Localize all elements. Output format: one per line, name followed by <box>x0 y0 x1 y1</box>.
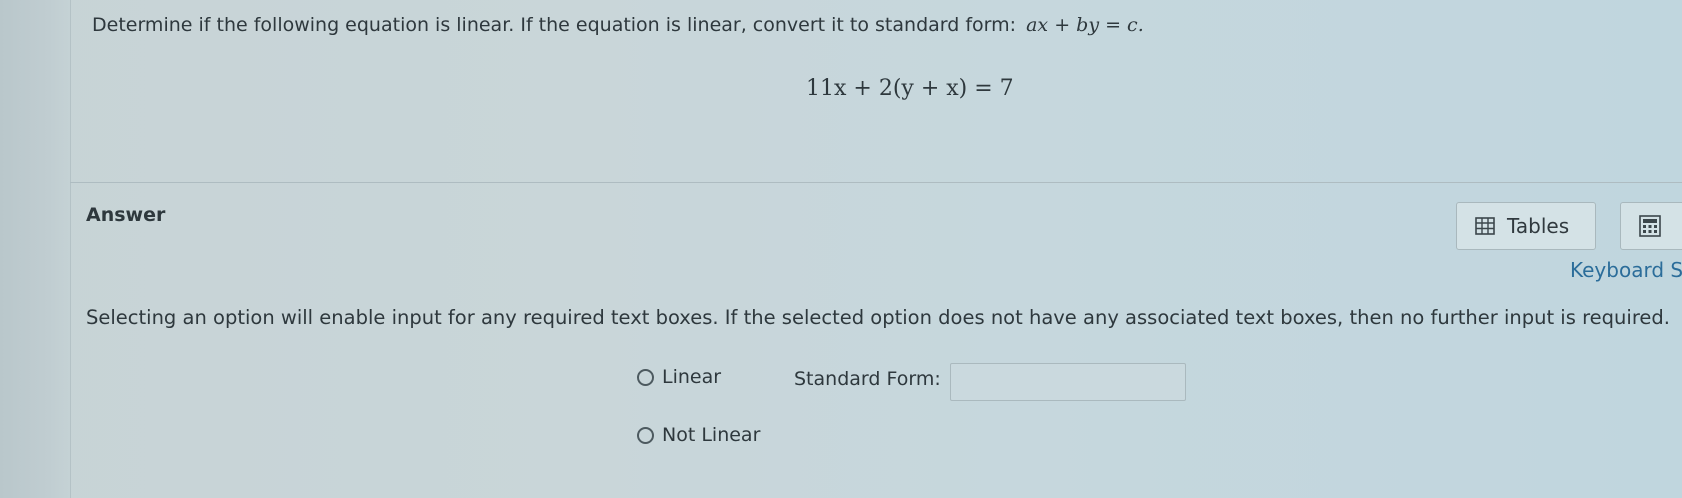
calculator-icon <box>1639 215 1661 237</box>
standard-form-label: Standard Form: <box>794 368 941 390</box>
question-prompt-text: Determine if the following equation is l… <box>92 14 1017 36</box>
answer-instructions: Selecting an option will enable input fo… <box>86 306 1670 329</box>
calculator-button[interactable] <box>1620 202 1682 250</box>
keyboard-shortcuts-link[interactable]: Keyboard S <box>1570 258 1682 282</box>
table-icon <box>1475 217 1495 235</box>
tables-button[interactable]: Tables <box>1456 202 1596 250</box>
standard-form-input[interactable] <box>950 363 1186 401</box>
section-divider <box>70 182 1682 183</box>
question-equation: 11x + 2(y + x) = 7 <box>806 76 1014 101</box>
option-linear-label: Linear <box>662 366 722 388</box>
question-prompt: Determine if the following equation is l… <box>92 14 1144 36</box>
option-linear[interactable]: Linear <box>637 366 721 388</box>
option-not-linear-label: Not Linear <box>662 424 761 446</box>
radio-not-linear[interactable] <box>637 426 654 444</box>
tables-button-label: Tables <box>1507 214 1570 238</box>
answer-heading: Answer <box>86 204 166 226</box>
option-not-linear[interactable]: Not Linear <box>637 424 760 446</box>
radio-linear[interactable] <box>637 368 654 386</box>
left-edge-panel <box>0 0 71 498</box>
standard-form-formula: ax + by = c. <box>1026 14 1144 36</box>
